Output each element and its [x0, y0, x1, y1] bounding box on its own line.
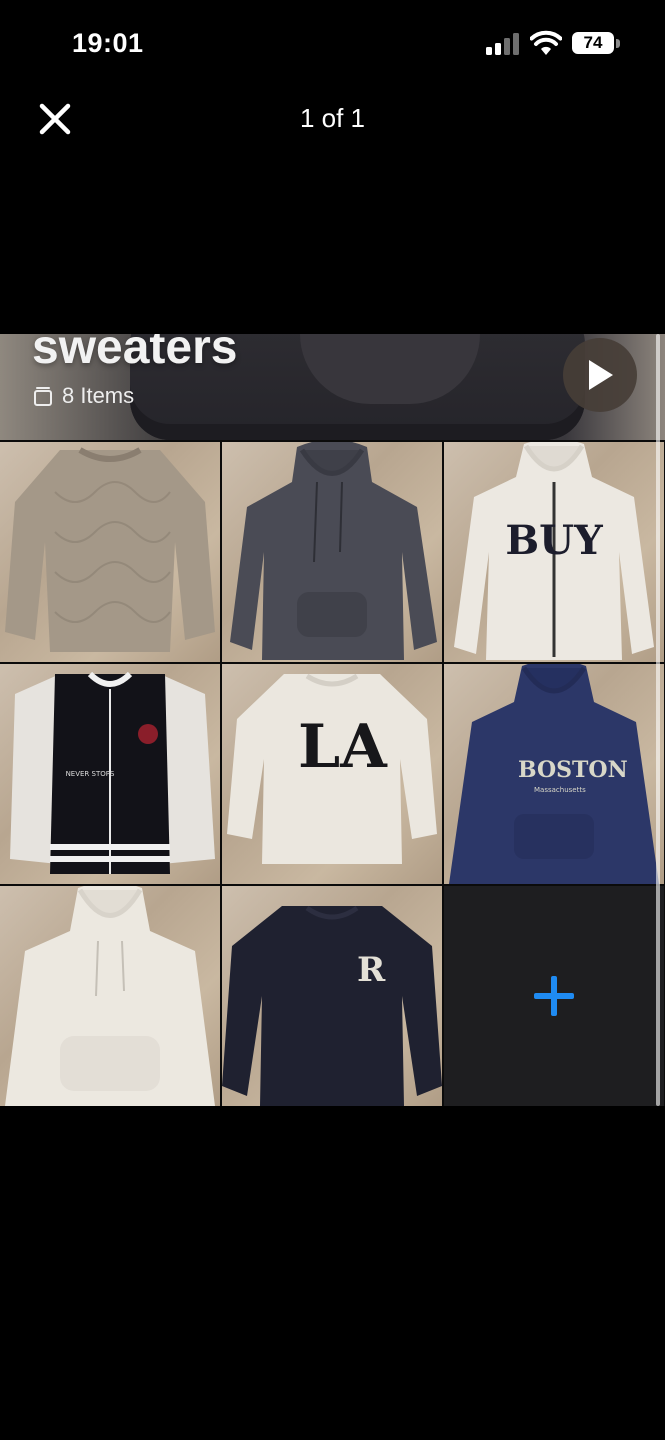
- item-tile-charcoal-hoodie[interactable]: [222, 442, 442, 662]
- svg-text:BUY: BUY: [505, 517, 603, 564]
- boston-print: BOSTON: [518, 757, 628, 783]
- boston-sub-print: Massachusetts: [534, 786, 586, 794]
- wifi-icon: [530, 30, 562, 55]
- item-tile-boston-hoodie[interactable]: BOSTON Massachusetts: [444, 664, 664, 884]
- cream-zip-hoodie-image: BUY: [454, 442, 654, 660]
- battery-cap: [616, 39, 620, 48]
- item-tile-navy-r-sweatshirt[interactable]: R: [222, 886, 442, 1106]
- status-time: 19:01: [72, 28, 144, 58]
- cellular-signal-icon: [486, 33, 519, 55]
- collection-title: sweaters: [32, 334, 238, 374]
- item-tile-cream-hoodie[interactable]: [0, 886, 220, 1106]
- la-print: LA: [298, 712, 387, 782]
- screenshot-image: sweaters 8 Items BUY NEVER STOPS LA BOST…: [0, 334, 665, 1106]
- image-counter: 1 of 1: [299, 103, 366, 133]
- play-icon: [589, 360, 613, 390]
- beige-sweater-image: [5, 447, 215, 652]
- battery-level: 74: [583, 33, 603, 52]
- varsity-jacket-image: NEVER STOPS: [10, 671, 215, 874]
- varsity-jacket-print: NEVER STOPS: [66, 770, 115, 778]
- status-bar: 19:01 74: [0, 0, 665, 90]
- box-icon: [34, 387, 52, 406]
- item-tile-cream-zip-hoodie[interactable]: BUY: [444, 442, 664, 662]
- item-tile-varsity-jacket[interactable]: NEVER STOPS: [0, 664, 220, 884]
- cream-hoodie-image: [5, 886, 215, 1106]
- add-item-button[interactable]: [444, 886, 664, 1106]
- item-tile-la-sweatshirt[interactable]: LA: [222, 664, 442, 884]
- items-grid: BUY NEVER STOPS LA BOSTON Massachusetts …: [0, 442, 665, 1106]
- scroll-indicator: [656, 334, 660, 1106]
- collection-banner: sweaters 8 Items: [0, 334, 665, 440]
- play-button[interactable]: [563, 338, 637, 412]
- navy-sweatshirt-image: [222, 905, 442, 1106]
- item-tile-beige-knit-sweater[interactable]: [0, 442, 220, 662]
- battery-indicator: 74: [572, 32, 622, 56]
- collection-count-label: 8 Items: [62, 383, 135, 408]
- collection-count: 8 Items: [32, 380, 134, 412]
- plus-icon: [534, 976, 574, 1016]
- r-print: R: [357, 950, 386, 990]
- charcoal-hoodie-image: [230, 442, 437, 660]
